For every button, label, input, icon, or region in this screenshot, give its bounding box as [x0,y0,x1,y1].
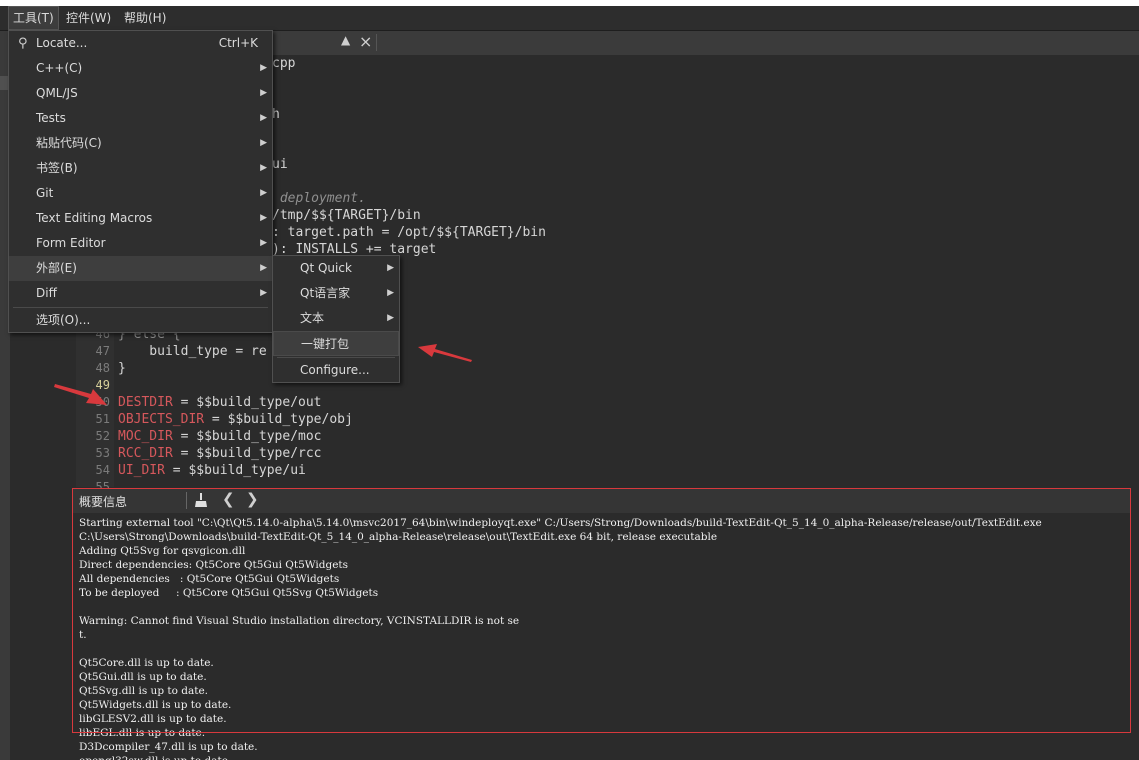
code-variable: MOC_DIR [118,429,173,444]
submenu-arrow-icon: ▶ [260,63,267,73]
menu-item-tests[interactable]: Tests ▶ [9,106,272,131]
submenu-arrow-icon: ▶ [260,138,267,148]
submenu-item-configure[interactable]: Configure... [273,358,399,383]
menu-item-label: 外部(E) [36,261,77,275]
submenu-arrow-icon: ▶ [260,163,267,173]
code-value: = $$build_type/ui [164,463,306,478]
menu-item-label: Tests [36,111,66,125]
editor-toolbar [272,31,1139,56]
menu-help[interactable]: 帮助(H) [120,6,170,30]
code-fragment: ui [272,157,288,172]
menu-item-locate[interactable]: ⚲ Locate... Ctrl+K [9,31,272,56]
line-number: 48 [95,361,110,375]
menu-item-label: Text Editing Macros [36,211,153,225]
external-submenu: Qt Quick ▶ Qt语言家 ▶ 文本 ▶ 一键打包 Configure..… [272,255,400,383]
submenu-arrow-icon: ▶ [260,263,267,273]
submenu-arrow-icon: ▶ [260,113,267,123]
menu-bar: 工具(T) 控件(W) 帮助(H) [0,6,1139,31]
menu-item-label: C++(C) [36,61,83,75]
menu-tools[interactable]: 工具(T) [8,6,59,30]
code-line: OBJECTS_DIR = $$build_type/obj [118,411,353,428]
menu-item-label: Diff [36,286,57,300]
output-line: D3Dcompiler_47.dll is up to date. [79,741,258,753]
code-variable: OBJECTS_DIR [118,412,205,427]
menu-item-diff[interactable]: Diff ▶ [9,281,272,306]
submenu-arrow-icon: ▶ [387,288,394,298]
menu-item-label: Locate... [36,36,88,50]
menu-item-paste-code[interactable]: 粘贴代码(C) ▶ [9,131,272,156]
submenu-arrow-icon: ▶ [387,263,394,273]
code-variable: DESTDIR [118,395,173,410]
line-number: 54 [95,463,110,477]
code-line: MOC_DIR = $$build_type/moc [118,428,322,445]
annotation-highlight-box [72,488,1131,733]
submenu-arrow-icon: ▶ [387,313,394,323]
menu-item-label: Form Editor [36,236,106,250]
menu-item-shortcut: Ctrl+K [218,36,258,50]
menu-item-text-editing-macros[interactable]: Text Editing Macros ▶ [9,206,272,231]
code-value: = $$build_type/out [172,395,322,410]
menu-item-label: 文本 [300,311,325,325]
code-value: = $$build_type/rcc [172,446,322,461]
line-number: 52 [95,429,110,443]
code-line: UI_DIR = $$build_type/ui [118,462,306,479]
code-line: RCC_DIR = $$build_type/rcc [118,445,322,462]
annotation-arrow-icon [54,384,107,405]
menu-item-label: 一键打包 [301,337,350,351]
tools-menu: ⚲ Locate... Ctrl+K C++(C) ▶ QML/JS ▶ Tes… [8,30,273,333]
submenu-item-qt-linguist[interactable]: Qt语言家 ▶ [273,281,399,306]
menu-item-label: 书签(B) [36,161,78,175]
menu-item-label: Git [36,186,54,200]
code-fragment: cpp [272,56,296,71]
menu-item-label: 粘贴代码(C) [36,136,102,150]
close-icon[interactable]: × [359,32,372,51]
menu-item-qmljs[interactable]: QML/JS ▶ [9,81,272,106]
output-line: opengl32sw.dll is up to date. [79,754,231,760]
menu-item-options[interactable]: 选项(O)... [9,308,272,333]
submenu-item-text[interactable]: 文本 ▶ [273,306,399,331]
code-value: = $$build_type/obj [204,412,353,427]
submenu-arrow-icon: ▶ [260,88,267,98]
code-line: DESTDIR = $$build_type/out [118,394,322,411]
menu-item-bookmarks[interactable]: 书签(B) ▶ [9,156,272,181]
code-line: } [118,361,126,376]
submenu-arrow-icon: ▶ [260,188,267,198]
menu-item-label: Qt Quick [300,261,352,275]
line-number: 47 [95,344,110,358]
submenu-arrow-icon: ▶ [260,213,267,223]
menu-item-label: Configure... [300,363,370,377]
submenu-item-one-click-package[interactable]: 一键打包 [273,331,399,356]
submenu-item-qt-quick[interactable]: Qt Quick ▶ [273,256,399,281]
search-icon: ⚲ [18,36,28,51]
code-fragment: h [272,107,280,122]
menu-item-external[interactable]: 外部(E) ▶ [9,256,272,281]
line-number: 51 [95,412,110,426]
menu-item-label: 选项(O)... [36,313,91,327]
line-number: 53 [95,446,110,460]
annotation-arrow-icon [418,344,472,362]
menu-item-form-editor[interactable]: Form Editor ▶ [9,231,272,256]
submenu-arrow-icon: ▶ [260,238,267,248]
menu-item-cpp[interactable]: C++(C) ▶ [9,56,272,81]
code-fragment: : target.path = /opt/$${TARGET}/bin [272,225,546,240]
menu-item-label: QML/JS [36,86,78,100]
code-variable: UI_DIR [118,463,165,478]
line-number: 55 [95,480,110,488]
menu-item-label: Qt语言家 [300,286,351,300]
code-value: = $$build_type/moc [172,429,322,444]
menu-item-git[interactable]: Git ▶ [9,181,272,206]
menu-widgets[interactable]: 控件(W) [62,6,115,30]
toolbar-divider [376,34,377,51]
code-line: build_type = re [118,344,267,359]
code-comment: deployment. [272,191,366,206]
submenu-arrow-icon: ▶ [260,288,267,298]
updown-arrows-icon[interactable]: ▲ [341,33,350,47]
code-variable: RCC_DIR [118,446,173,461]
code-fragment: /tmp/$${TARGET}/bin [272,208,421,223]
